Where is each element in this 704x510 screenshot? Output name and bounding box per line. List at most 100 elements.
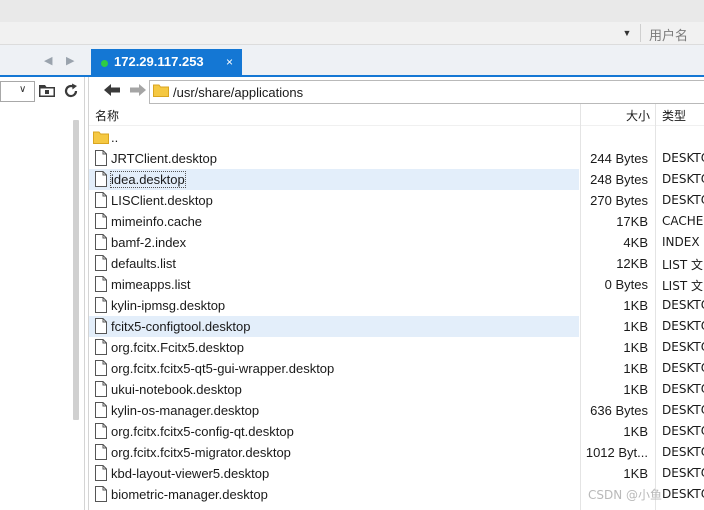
file-type: DESKTOP [662, 340, 704, 354]
file-row[interactable]: ukui-notebook.desktop 1KB DESKTOP [89, 379, 704, 400]
file-size: 1KB [623, 340, 648, 355]
file-icon [95, 423, 107, 439]
file-row[interactable]: mimeinfo.cache 17KB CACHE [89, 211, 704, 232]
remote-path-text[interactable]: /usr/share/applications [173, 85, 303, 100]
file-size: 248 Bytes [590, 172, 648, 187]
file-size: 17KB [616, 214, 648, 229]
file-row[interactable]: .. [89, 127, 704, 148]
column-header-type[interactable]: 类型 [662, 107, 686, 124]
tab-scroll-left-icon[interactable]: ◀ [44, 54, 52, 67]
file-size: 1KB [623, 361, 648, 376]
watermark: CSDN @小鱼 [588, 488, 663, 502]
file-list-header [89, 104, 704, 126]
file-row[interactable]: kylin-os-manager.desktop 636 Bytes DESKTOP [89, 400, 704, 421]
back-arrow-icon[interactable] [103, 82, 121, 98]
file-icon [95, 360, 107, 376]
file-name: org.fcitx.fcitx5-qt5-gui-wrapper.desktop [111, 361, 335, 376]
file-icon [95, 465, 107, 481]
local-path-combo[interactable] [0, 81, 35, 102]
file-name: defaults.list [111, 256, 177, 271]
file-icon [95, 150, 107, 166]
forward-arrow-icon[interactable] [129, 82, 147, 98]
column-header-name[interactable]: 名称 [95, 107, 119, 124]
folder-action-icon[interactable] [38, 82, 56, 98]
file-size: 1012 Byt... [585, 445, 648, 460]
file-size: 1KB [623, 424, 648, 439]
file-type: DESKTOP [662, 319, 704, 333]
file-icon [95, 318, 107, 334]
file-name: biometric-manager.desktop [111, 487, 268, 502]
file-name: LISClient.desktop [111, 193, 213, 208]
file-icon [95, 486, 107, 502]
file-row[interactable]: mimeapps.list 0 Bytes LIST 文 [89, 274, 704, 295]
file-type: DESKTOP [662, 382, 704, 396]
column-header-size[interactable]: 大小 [626, 107, 650, 124]
file-size: 12KB [616, 256, 648, 271]
file-icon [95, 171, 107, 187]
file-name: bamf-2.index [111, 235, 187, 250]
session-tab-label: 172.29.117.253 [114, 54, 204, 69]
file-name: ukui-notebook.desktop [111, 382, 242, 397]
file-size: 4KB [623, 235, 648, 250]
file-row[interactable]: org.fcitx.fcitx5-migrator.desktop 1012 By… [89, 442, 704, 463]
file-size: 0 Bytes [604, 277, 648, 292]
file-type: DESKTOP [662, 298, 704, 312]
local-pane-scrollbar[interactable] [73, 120, 79, 420]
folder-icon [153, 84, 169, 97]
folder-icon [93, 131, 109, 144]
file-name: .. [111, 130, 119, 145]
file-name: kylin-os-manager.desktop [111, 403, 260, 418]
file-type: DESKTOP [662, 403, 704, 417]
file-row[interactable]: org.fcitx.fcitx5-config-qt.desktop 1KB DES… [89, 421, 704, 442]
file-row[interactable]: kbd-layout-viewer5.desktop 1KB DESKTOP [89, 463, 704, 484]
window-top-strip [0, 0, 704, 22]
user-bar [0, 22, 704, 45]
connection-status-icon [101, 60, 108, 67]
file-size: 1KB [623, 298, 648, 313]
file-name: org.fcitx.fcitx5-migrator.desktop [111, 445, 291, 460]
file-row[interactable]: bamf-2.index 4KB INDEX [89, 232, 704, 253]
tab-scroll-right-icon[interactable]: ▶ [66, 54, 74, 67]
file-icon [95, 444, 107, 460]
username-field[interactable]: 用户名 [649, 25, 688, 44]
file-name: idea.desktop [110, 171, 186, 188]
file-size: 1KB [623, 319, 648, 334]
file-name: mimeinfo.cache [111, 214, 203, 229]
file-type: DESKTOP [662, 151, 704, 165]
file-type: DESKTOP [662, 466, 704, 480]
file-icon [95, 381, 107, 397]
file-icon [95, 276, 107, 292]
file-row[interactable]: org.fcitx.Fcitx5.desktop 1KB DESKTOP [89, 337, 704, 358]
file-icon [95, 192, 107, 208]
file-size: 1KB [623, 466, 648, 481]
chevron-down-icon[interactable]: ∨ [19, 84, 26, 95]
dropdown-arrow-icon[interactable]: ▼ [621, 27, 633, 39]
file-row[interactable]: fcitx5-configtool.desktop 1KB DESKTOP [89, 316, 704, 337]
file-row[interactable]: JRTClient.desktop 244 Bytes DESKTOP [89, 148, 704, 169]
file-type: CACHE [662, 214, 704, 228]
file-row[interactable]: defaults.list 12KB LIST 文 [89, 253, 704, 274]
file-name: fcitx5-configtool.desktop [111, 319, 251, 334]
file-type: LIST 文 [662, 258, 703, 272]
file-icon [95, 255, 107, 271]
file-icon [95, 234, 107, 250]
file-row[interactable]: org.fcitx.fcitx5-qt5-gui-wrapper.desktop… [89, 358, 704, 379]
file-icon [95, 297, 107, 313]
file-type: DESKTOP [662, 193, 704, 207]
file-name: org.fcitx.Fcitx5.desktop [111, 340, 244, 355]
file-icon [95, 339, 107, 355]
file-row[interactable]: LISClient.desktop 270 Bytes DESKTOP [89, 190, 704, 211]
file-type: DESKTOP [662, 361, 704, 375]
file-icon [95, 402, 107, 418]
file-type: LIST 文 [662, 279, 703, 293]
file-type: DESKTOP [662, 445, 704, 459]
divider [640, 24, 641, 42]
file-name: JRTClient.desktop [111, 151, 217, 166]
close-tab-icon[interactable]: × [226, 55, 233, 69]
file-type: DESKTOP [662, 172, 704, 186]
refresh-icon[interactable] [62, 82, 80, 100]
file-icon [95, 213, 107, 229]
file-row[interactable]: kylin-ipmsg.desktop 1KB DESKTOP [89, 295, 704, 316]
file-row[interactable]: idea.desktop 248 Bytes DESKTOP [89, 169, 704, 190]
file-name: kbd-layout-viewer5.desktop [111, 466, 270, 481]
